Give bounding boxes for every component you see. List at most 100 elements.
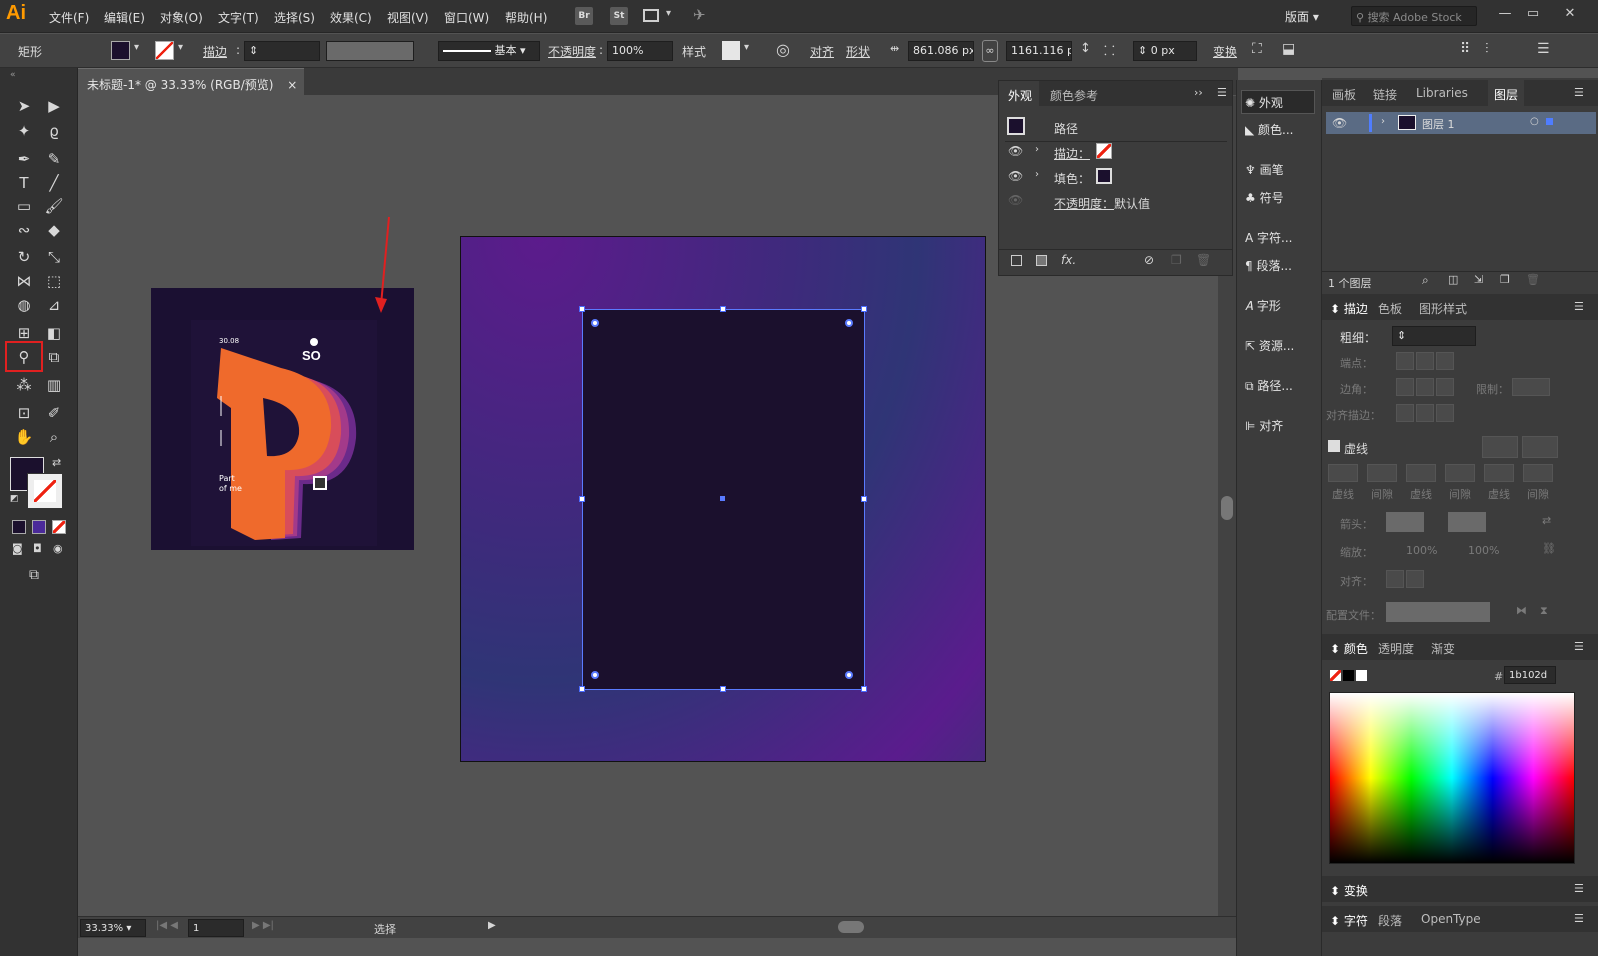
page-select[interactable]: 1 bbox=[188, 919, 244, 937]
maximize-button[interactable]: ▭ bbox=[1518, 3, 1548, 27]
reference-poster-image[interactable]: 30.08 SO Part of me bbox=[151, 288, 414, 550]
panel-menu-icon[interactable]: ☰ bbox=[1574, 882, 1584, 895]
scroll-thumb[interactable] bbox=[1221, 496, 1233, 520]
limit-field[interactable] bbox=[1512, 378, 1550, 396]
stroke-swatch[interactable] bbox=[155, 41, 174, 60]
menu-view[interactable]: 视图(V) bbox=[387, 9, 429, 26]
horizontal-scroll-thumb[interactable] bbox=[838, 921, 864, 933]
stroke-row-label[interactable]: 描边： bbox=[1054, 145, 1090, 162]
lasso-tool-icon[interactable]: ϱ bbox=[41, 120, 67, 142]
isolate-icon[interactable]: ⛶ bbox=[1252, 41, 1262, 57]
corner-radius-input[interactable]: ⇕ 0 px bbox=[1133, 41, 1197, 61]
swap-arrowheads-icon[interactable]: ⇄ bbox=[1542, 514, 1551, 527]
fill-swatch[interactable] bbox=[111, 41, 130, 60]
collapse-icon[interactable]: « bbox=[10, 70, 16, 80]
butt-cap-icon[interactable] bbox=[1396, 352, 1414, 370]
layer-row[interactable] bbox=[1326, 112, 1596, 134]
arrange-documents-icon[interactable] bbox=[643, 9, 659, 22]
handle-top-center[interactable] bbox=[720, 306, 726, 312]
scale-tool-icon[interactable]: ⤡ bbox=[41, 246, 67, 268]
stroke-color-box[interactable] bbox=[27, 473, 63, 509]
handle-bottom-center[interactable] bbox=[720, 686, 726, 692]
draw-normal-icon[interactable]: ◙ bbox=[12, 542, 23, 555]
new-layer-icon[interactable]: ❐ bbox=[1500, 273, 1510, 286]
profile-select[interactable] bbox=[1386, 602, 1490, 622]
bevel-join-icon[interactable] bbox=[1436, 378, 1454, 396]
menu-effect[interactable]: 效果(C) bbox=[330, 9, 372, 26]
color-mode-icon[interactable] bbox=[12, 520, 26, 534]
tab-character[interactable]: ⬍ 字符 bbox=[1330, 912, 1368, 929]
chevron-down-icon[interactable]: ▾ bbox=[744, 42, 749, 53]
arrow-tip-at-end-icon[interactable] bbox=[1406, 570, 1424, 588]
width-tool-icon[interactable]: ⋈ bbox=[11, 270, 37, 292]
blend-tool-icon[interactable]: ⧉ bbox=[41, 346, 67, 368]
menu-select[interactable]: 选择(S) bbox=[274, 9, 315, 26]
dashed-checkbox[interactable] bbox=[1328, 440, 1340, 452]
recolor-artwork-icon[interactable]: ◎ bbox=[776, 40, 790, 59]
menu-window[interactable]: 窗口(W) bbox=[444, 9, 489, 26]
make-clipping-mask-icon[interactable]: ◫ bbox=[1448, 273, 1458, 286]
flip-vertical-icon[interactable]: ⧗ bbox=[1540, 604, 1548, 618]
corner-type-icon[interactable]: ⸬ bbox=[1104, 41, 1115, 59]
dock-glyphs[interactable]: 𝐴 字形 bbox=[1245, 297, 1281, 314]
dock-color[interactable]: ◣ 颜色... bbox=[1245, 121, 1294, 138]
handle-bottom-left[interactable] bbox=[579, 686, 585, 692]
dock-asset-export[interactable]: ⇱ 资源... bbox=[1245, 337, 1294, 354]
eyedropper-tool-icon[interactable]: ⚲ bbox=[11, 346, 37, 368]
eye-icon[interactable]: 👁 bbox=[1008, 169, 1023, 183]
none-mode-icon[interactable] bbox=[52, 520, 66, 534]
align-icon[interactable]: ⫶ bbox=[1485, 41, 1489, 57]
corner-widget-bl[interactable] bbox=[591, 671, 599, 679]
black-swatch[interactable] bbox=[1343, 670, 1354, 681]
stroke-weight-field[interactable]: ⇕ bbox=[1392, 326, 1476, 346]
stock-search-input[interactable]: ⚲ 搜索 Adobe Stock bbox=[1351, 6, 1477, 26]
menu-object[interactable]: 对象(O) bbox=[160, 9, 203, 26]
brush-definition-dropdown[interactable]: 基本 ▾ bbox=[438, 41, 540, 61]
opacity-row[interactable]: 不透明度：默认值 bbox=[1054, 195, 1150, 212]
panel-menu-icon[interactable]: ☰ bbox=[1574, 300, 1584, 313]
panel-menu-icon[interactable]: ☰ bbox=[1217, 86, 1227, 99]
dash-align-icon[interactable] bbox=[1522, 436, 1558, 458]
tab-graphic-styles[interactable]: 图形样式 bbox=[1419, 300, 1467, 317]
trash-icon[interactable]: 🗑 bbox=[1526, 273, 1540, 286]
handle-top-left[interactable] bbox=[579, 306, 585, 312]
document-tab[interactable]: 未标题-1* @ 33.33% (RGB/预览) × bbox=[78, 68, 304, 96]
tab-links[interactable]: 链接 bbox=[1373, 86, 1397, 103]
end-arrowhead-select[interactable] bbox=[1448, 512, 1486, 532]
tab-gradient[interactable]: 渐变 bbox=[1431, 640, 1455, 657]
tab-color[interactable]: ⬍ 颜色 bbox=[1330, 640, 1368, 657]
round-join-icon[interactable] bbox=[1416, 378, 1434, 396]
perspective-grid-tool-icon[interactable]: ⊿ bbox=[41, 294, 67, 316]
next-page-icon[interactable]: ▶ ▶| bbox=[252, 920, 274, 931]
dock-pathfinder[interactable]: ⧉ 路径... bbox=[1245, 377, 1293, 394]
dock-paragraph[interactable]: ¶ 段落... bbox=[1245, 257, 1292, 274]
magic-wand-tool-icon[interactable]: ✦ bbox=[11, 120, 37, 142]
paintbrush-tool-icon[interactable]: 🖌 bbox=[41, 195, 67, 217]
tab-artboards[interactable]: 画板 bbox=[1332, 86, 1356, 103]
tab-swatches[interactable]: 色板 bbox=[1378, 300, 1402, 317]
symbol-sprayer-tool-icon[interactable]: ⁂ bbox=[11, 374, 37, 396]
selection-tool-icon[interactable]: ➤ bbox=[11, 95, 37, 117]
clear-appearance-icon[interactable]: ⊘ bbox=[1144, 253, 1154, 267]
arrow-scale-end[interactable]: 100% bbox=[1468, 544, 1499, 557]
add-fill-icon[interactable] bbox=[1036, 255, 1047, 266]
close-tab-icon[interactable]: × bbox=[287, 78, 297, 92]
expand-icon[interactable]: › bbox=[1381, 116, 1385, 127]
fx-icon[interactable]: fx. bbox=[1061, 253, 1076, 267]
start-arrowhead-select[interactable] bbox=[1386, 512, 1424, 532]
column-graph-tool-icon[interactable]: ▥ bbox=[41, 374, 67, 396]
rotate-tool-icon[interactable]: ↻ bbox=[11, 246, 37, 268]
handle-top-right[interactable] bbox=[861, 306, 867, 312]
height-input[interactable]: 1161.116 px bbox=[1006, 41, 1072, 61]
dash-1-field[interactable] bbox=[1328, 464, 1358, 482]
opacity-input[interactable]: 100% bbox=[607, 41, 673, 61]
new-sublayer-icon[interactable]: ⇲ bbox=[1474, 273, 1483, 286]
dash-2-field[interactable] bbox=[1406, 464, 1436, 482]
artboard-tool-icon[interactable]: ⊡ bbox=[11, 402, 37, 424]
tab-appearance[interactable]: 外观 bbox=[1008, 87, 1032, 104]
trash-icon[interactable]: 🗑 bbox=[1196, 253, 1211, 267]
first-page-icon[interactable]: |◀ ◀ bbox=[156, 920, 178, 931]
link-icon[interactable]: ∞ bbox=[982, 40, 998, 62]
unlink-icon[interactable]: ⛓ bbox=[1542, 542, 1556, 555]
corner-widget-tr[interactable] bbox=[845, 319, 853, 327]
